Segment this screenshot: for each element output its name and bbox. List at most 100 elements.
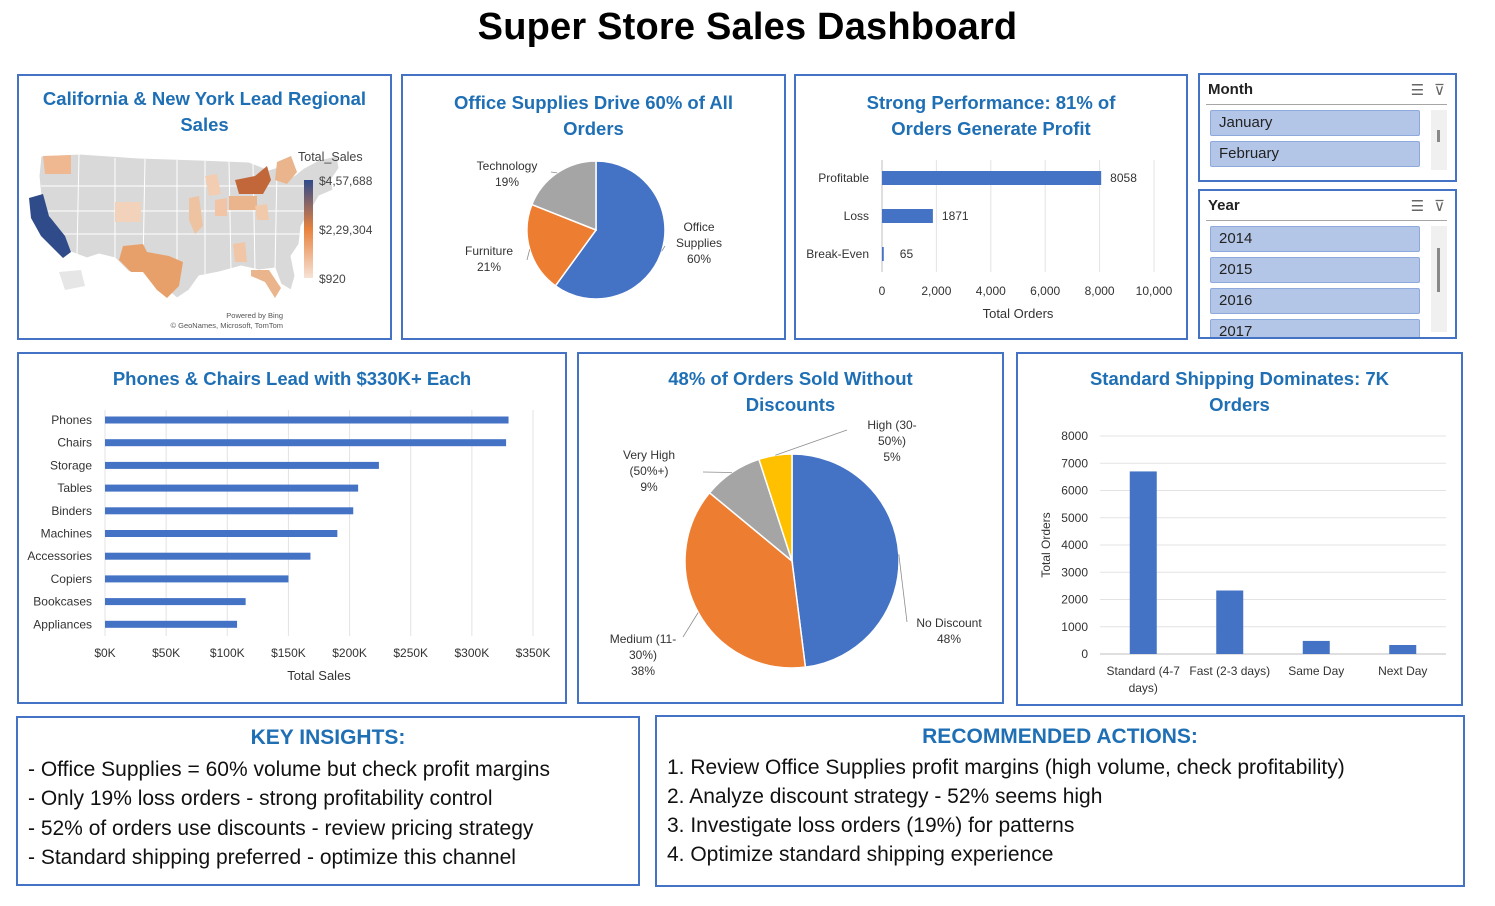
subcat-x-axis-title: Total Sales [287,668,351,683]
subcat-x-tick-label: $150K [271,646,306,660]
subcat-category-label-copiers: Copiers [51,572,92,586]
state-washington-dc-area [255,204,269,220]
subcat-category-label-appliances: Appliances [33,617,92,631]
subcat-bar-tables [105,484,359,492]
us-sales-map[interactable] [19,76,394,342]
year-item-2015[interactable]: 2015 [1210,257,1420,283]
profit-value-label-profitable: 8058 [1110,171,1137,185]
map-credit-line1: Powered by Bing [226,311,283,320]
pie-leader-line-technology [550,171,558,174]
map-legend-gradient [304,180,313,278]
subcat-category-label-chairs: Chairs [57,436,92,450]
year-item-2014[interactable]: 2014 [1210,226,1420,252]
shipping-y-tick-label: 3000 [1061,565,1088,579]
shipping-y-tick-label: 6000 [1061,484,1088,498]
shipping-y-tick-label: 2000 [1061,593,1088,607]
pie-leader-line-furniture [526,249,531,261]
category-pie-chart: Office Supplies 60% Furniture 21% Technology 1… [465,159,722,300]
shipping-y-tick-label: 8000 [1061,429,1088,443]
subcat-bar-appliances [105,620,238,628]
key-insights-panel: KEY INSIGHTS: - Office Supplies = 60% vo… [16,716,640,886]
insight-line: - Office Supplies = 60% volume but check… [28,758,550,781]
subcat-category-label-phones: Phones [51,413,92,427]
state-ohio [215,198,227,216]
action-line: 1. Review Office Supplies profit margins… [667,756,1345,779]
us-map-base [38,153,340,299]
state-washington [43,155,71,174]
shipping-y-axis-title: Total Orders [1039,512,1053,577]
month-slicer-header: Month [1208,81,1253,98]
profit-x-tick-label: 2,000 [921,284,951,298]
year-item-2016[interactable]: 2016 [1210,288,1420,314]
action-line: 3. Investigate loss orders (19%) for pat… [667,814,1075,837]
profit-x-tick-label: 10,000 [1136,284,1173,298]
shipping-category-label-standard-4-7-days: Standard (4-7 days) [1107,664,1181,695]
year-scroll-thumb[interactable] [1437,248,1440,292]
discount-pie-chart: No Discount 48% Medium (11-30%) 38% Very Hig… [610,418,983,678]
multi-select-icon[interactable]: ☰ [1411,198,1424,215]
state-georgia [233,242,247,262]
profit-x-axis-title: Total Orders [983,306,1054,321]
month-item-february[interactable]: February [1210,141,1420,167]
clear-filter-icon[interactable]: ⊽ [1434,198,1445,215]
subcat-x-tick-label: $50K [152,646,180,660]
clear-filter-icon[interactable]: ⊽ [1434,82,1445,99]
shipping-bar-standard-4-7-days [1129,471,1157,654]
month-slicer-divider [1206,104,1447,105]
month-item-january[interactable]: January [1210,110,1420,136]
month-slicer-scrollbar[interactable] [1431,110,1447,170]
pie-label-very-high-50: Very High (50%+) 9% [623,448,675,494]
profit-value-label-loss: 1871 [942,209,969,223]
subcat-category-label-binders: Binders [51,504,92,518]
insights-title: KEY INSIGHTS: [250,726,406,749]
subcat-category-label-storage: Storage [50,458,92,472]
map-legend-min: $920 [319,272,346,286]
subcat-bar-binders [105,507,354,515]
pie-slice-no-discount [791,453,900,668]
profit-x-tick-label: 0 [879,284,886,298]
shipping-bar-next-day [1389,645,1417,654]
state-colorado [115,202,141,222]
pie-label-no-discount: No Discount 48% [916,616,982,646]
profit-category-label-break-even: Break-Even [806,247,869,261]
subcat-category-label-bookcases: Bookcases [33,595,92,609]
insight-line: - Only 19% loss orders - strong profitab… [28,787,493,810]
shipping-y-tick-label: 5000 [1061,511,1088,525]
dashboard-title: Super Store Sales Dashboard [477,6,1018,48]
month-scroll-thumb[interactable] [1437,130,1440,142]
multi-select-icon[interactable]: ☰ [1411,82,1424,99]
insight-line: - Standard shipping preferred - optimize… [28,846,516,869]
subcat-category-label-accessories: Accessories [27,549,92,563]
year-slicer-controls: ☰ ⊽ [1411,197,1445,215]
subcat-category-label-tables: Tables [57,481,92,495]
year-slicer-scrollbar[interactable] [1431,226,1447,332]
map-credit-line2: © GeoNames, Microsoft, TomTom [170,321,284,330]
shipping-column-chart: 0 1000 2000 3000 4000 5000 6000 7000 8000 Total O… [1039,429,1446,695]
profit-category-label-loss: Loss [844,209,869,223]
pie-label-office-supplies: Office Supplies 60% [676,220,722,266]
subcat-bar-chairs [105,439,507,447]
profit-bar-break-even [882,247,884,261]
shipping-y-tick-label: 4000 [1061,538,1088,552]
shipping-bar-same-day [1302,640,1330,654]
state-alaska [59,270,85,290]
shipping-y-tick-label: 7000 [1061,456,1088,470]
state-florida [251,270,281,298]
discount-share-panel: 48% of Orders Sold Without Discounts No … [577,352,1004,704]
pie-label-furniture: Furniture 21% [465,244,513,274]
subcat-x-tick-label: $250K [393,646,428,660]
profit-x-tick-label: 8,000 [1085,284,1115,298]
profit-bar-chart: 0 2,000 4,000 6,000 8,000 10,000 Profitable 805… [806,160,1173,321]
action-line: 2. Analyze discount strategy - 52% seems… [667,785,1103,808]
subcat-bar-accessories [105,552,311,560]
year-item-2017[interactable]: 2017 [1210,319,1420,337]
subcat-category-label-machines: Machines [41,527,92,541]
category-share-panel: Office Supplies Drive 60% of All Orders … [401,74,786,340]
subcategory-sales-panel: Phones & Chairs Lead with $330K+ Each $0… [17,352,567,704]
subcat-bar-bookcases [105,598,246,606]
month-slicer-controls: ☰ ⊽ [1411,81,1445,99]
subcat-x-tick-label: $350K [516,646,551,660]
insight-line: - 52% of orders use discounts - review p… [28,817,534,840]
subcat-bar-machines [105,530,338,537]
subcat-x-tick-label: $300K [455,646,490,660]
